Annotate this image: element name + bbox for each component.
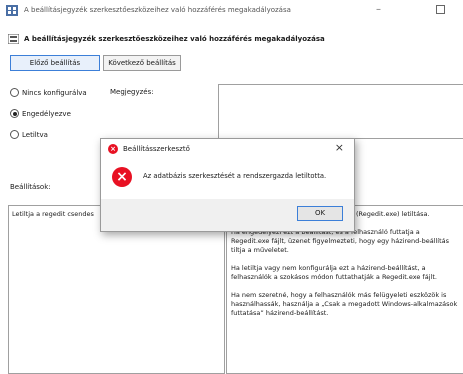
policy-icon — [8, 34, 19, 44]
comment-textarea[interactable] — [218, 84, 463, 139]
dialog-message: Az adatbázis szerkesztését a rendszergaz… — [143, 172, 327, 180]
options-label: Beállítások: — [10, 183, 51, 191]
radio-enabled[interactable]: Engedélyezve — [10, 109, 71, 118]
close-icon[interactable]: × — [335, 141, 344, 154]
dialog-title: Beállításszerkesztő — [123, 145, 190, 153]
radio-label: Letiltva — [22, 130, 48, 139]
minimize-icon[interactable]: – — [376, 4, 381, 15]
radio-disabled[interactable]: Letiltva — [10, 130, 48, 139]
help-paragraph: Ha engedélyezi ezt a beállítást, és a fe… — [231, 228, 450, 254]
registry-icon — [6, 5, 18, 16]
radio-button[interactable] — [10, 130, 19, 139]
error-icon: × — [112, 167, 132, 187]
window-title: A beállításjegyzék szerkesztőeszközeihez… — [24, 6, 291, 14]
comment-label: Megjegyzés: — [110, 88, 154, 96]
ok-button[interactable]: OK — [297, 206, 343, 221]
radio-label: Engedélyezve — [22, 109, 71, 118]
options-text: Letiltja a regedit csendes — [12, 210, 94, 218]
previous-setting-button[interactable]: Előző beállítás — [10, 55, 100, 71]
help-paragraph: Ha letiltja vagy nem konfigurálja ezt a … — [231, 264, 437, 281]
maximize-icon[interactable] — [436, 5, 445, 14]
title-bar: A beállításjegyzék szerkesztőeszközeihez… — [0, 0, 463, 22]
error-icon: × — [108, 144, 118, 154]
radio-button[interactable] — [10, 109, 19, 118]
radio-button[interactable] — [10, 88, 19, 97]
error-dialog: × Beállításszerkesztő × × Az adatbázis s… — [100, 138, 355, 232]
radio-label: Nincs konfigurálva — [22, 88, 87, 97]
next-setting-button[interactable]: Következő beállítás — [103, 55, 181, 71]
policy-heading: A beállításjegyzék szerkesztőeszközeihez… — [24, 35, 325, 43]
help-paragraph: Ha nem szeretné, hogy a felhasználók más… — [231, 291, 458, 317]
radio-not-configured[interactable]: Nincs konfigurálva — [10, 88, 87, 97]
